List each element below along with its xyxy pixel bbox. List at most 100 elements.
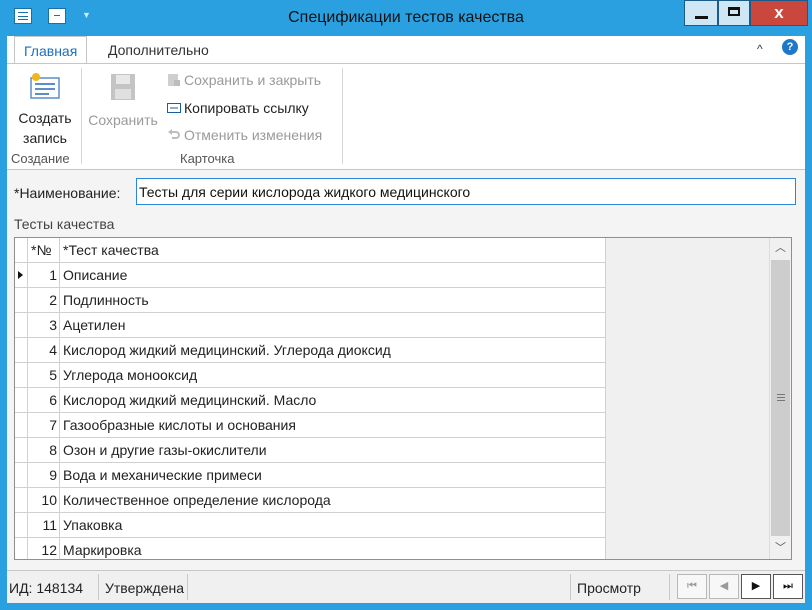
row-number: 1 [28, 263, 60, 288]
column-header-test[interactable]: *Тест качества [60, 238, 606, 263]
view-mode: Просмотр [577, 580, 641, 596]
link-icon [167, 103, 181, 113]
copy-link-label: Копировать ссылку [184, 100, 309, 116]
maximize-button[interactable] [718, 0, 750, 26]
collapse-ribbon-icon[interactable]: ^ [757, 42, 763, 56]
table-row[interactable]: 12 Маркировка [15, 538, 769, 559]
create-record-label-1: Создать [18, 110, 72, 126]
ribbon-tabs: Главная Дополнительно ^ ? [7, 36, 805, 64]
title-bar: ▼ Спецификации тестов качества x [0, 0, 812, 36]
save-and-close-button[interactable]: Сохранить и закрыть [167, 72, 321, 88]
row-selector[interactable] [15, 288, 28, 313]
tab-additional[interactable]: Дополнительно [99, 36, 218, 63]
row-number: 7 [28, 413, 60, 438]
table-row[interactable]: 4 Кислород жидкий медицинский. Углерода … [15, 338, 769, 363]
table-row[interactable]: 9 Вода и механические примеси [15, 463, 769, 488]
group-label-create: Создание [11, 151, 70, 166]
row-number: 11 [28, 513, 60, 538]
row-test-name[interactable]: Количественное определение кислорода [60, 488, 606, 513]
cancel-changes-button[interactable]: Отменить изменения [167, 127, 322, 143]
table-row[interactable]: 8 Озон и другие газы-окислители [15, 438, 769, 463]
next-record-button[interactable]: ▶ [741, 574, 771, 599]
group-separator [81, 68, 82, 164]
table-row[interactable]: 3 Ацетилен [15, 313, 769, 338]
row-selector[interactable] [15, 388, 28, 413]
row-selector[interactable] [15, 463, 28, 488]
row-selector[interactable] [15, 513, 28, 538]
save-button[interactable]: Сохранить [85, 72, 161, 130]
group-label-card: Карточка [180, 151, 235, 166]
scroll-down-icon[interactable]: ﹀ [770, 538, 791, 559]
tab-main[interactable]: Главная [14, 36, 88, 64]
undo-icon [168, 129, 180, 139]
row-number: 4 [28, 338, 60, 363]
row-selector[interactable] [15, 538, 28, 559]
cancel-changes-label: Отменить изменения [184, 127, 323, 143]
row-test-name[interactable]: Маркировка [60, 538, 606, 559]
header-selector-cell [15, 238, 28, 263]
quality-tests-grid: *№ *Тест качества 1 Описание 2 Подлиннос… [14, 237, 792, 560]
row-test-name[interactable]: Кислород жидкий медицинский. Углерода ди… [60, 338, 606, 363]
row-test-name[interactable]: Ацетилен [60, 313, 606, 338]
current-row-marker-icon [18, 271, 23, 279]
row-test-name[interactable]: Упаковка [60, 513, 606, 538]
minimize-button[interactable] [684, 0, 718, 26]
row-number: 3 [28, 313, 60, 338]
table-row[interactable]: 6 Кислород жидкий медицинский. Масло [15, 388, 769, 413]
status-separator [669, 574, 670, 600]
row-test-name[interactable]: Газообразные кислоты и основания [60, 413, 606, 438]
status-separator [187, 574, 188, 600]
table-row[interactable]: 7 Газообразные кислоты и основания [15, 413, 769, 438]
row-number: 6 [28, 388, 60, 413]
column-header-number[interactable]: *№ [28, 238, 60, 263]
table-row[interactable]: 10 Количественное определение кислорода [15, 488, 769, 513]
previous-record-button[interactable]: ◀ [709, 574, 739, 599]
row-number: 9 [28, 463, 60, 488]
record-state: Утверждена [105, 580, 184, 596]
status-separator [98, 574, 99, 600]
save-close-icon [168, 74, 180, 86]
row-test-name[interactable]: Углерода монооксид [60, 363, 606, 388]
row-number: 8 [28, 438, 60, 463]
first-record-button[interactable]: ⏮ [677, 574, 707, 599]
table-row[interactable]: 5 Углерода монооксид [15, 363, 769, 388]
save-label: Сохранить [88, 112, 158, 128]
create-record-label-2: запись [23, 130, 67, 146]
row-selector[interactable] [15, 488, 28, 513]
row-test-name[interactable]: Подлинность [60, 288, 606, 313]
row-selector[interactable] [15, 438, 28, 463]
record-id: ИД: 148134 [9, 580, 84, 596]
row-selector[interactable] [15, 338, 28, 363]
name-label: *Наименование: [14, 185, 121, 201]
name-field[interactable] [136, 178, 796, 205]
create-record-button[interactable]: Создать запись [9, 72, 81, 148]
quality-tests-section-label: Тесты качества [14, 216, 115, 232]
row-test-name[interactable]: Описание [60, 263, 606, 288]
new-record-icon [30, 73, 60, 99]
application-window: ▼ Спецификации тестов качества x Главная… [0, 0, 812, 610]
row-selector[interactable] [15, 363, 28, 388]
row-test-name[interactable]: Вода и механические примеси [60, 463, 606, 488]
group-separator [342, 68, 343, 164]
row-test-name[interactable]: Кислород жидкий медицинский. Масло [60, 388, 606, 413]
grid-header: *№ *Тест качества [15, 238, 769, 263]
status-separator [570, 574, 571, 600]
scroll-thumb[interactable] [771, 260, 790, 536]
copy-link-button[interactable]: Копировать ссылку [167, 100, 309, 116]
row-selector[interactable] [15, 413, 28, 438]
row-test-name[interactable]: Озон и другие газы-окислители [60, 438, 606, 463]
row-number: 10 [28, 488, 60, 513]
close-button[interactable]: x [750, 0, 808, 26]
table-row[interactable]: 2 Подлинность [15, 288, 769, 313]
form-content: *Наименование: Тесты качества *№ *Тест к… [7, 170, 805, 570]
last-record-button[interactable]: ⏭ [773, 574, 803, 599]
table-row[interactable]: 11 Упаковка [15, 513, 769, 538]
row-number: 2 [28, 288, 60, 313]
table-row[interactable]: 1 Описание [15, 263, 769, 288]
help-icon[interactable]: ? [782, 39, 798, 55]
scroll-up-icon[interactable]: ︿ [770, 238, 791, 259]
row-selector[interactable] [15, 263, 28, 288]
row-selector[interactable] [15, 313, 28, 338]
status-bar: ИД: 148134 Утверждена Просмотр ⏮ ◀ ▶ ⏭ [7, 570, 805, 603]
vertical-scrollbar[interactable]: ︿ ﹀ [769, 238, 791, 559]
